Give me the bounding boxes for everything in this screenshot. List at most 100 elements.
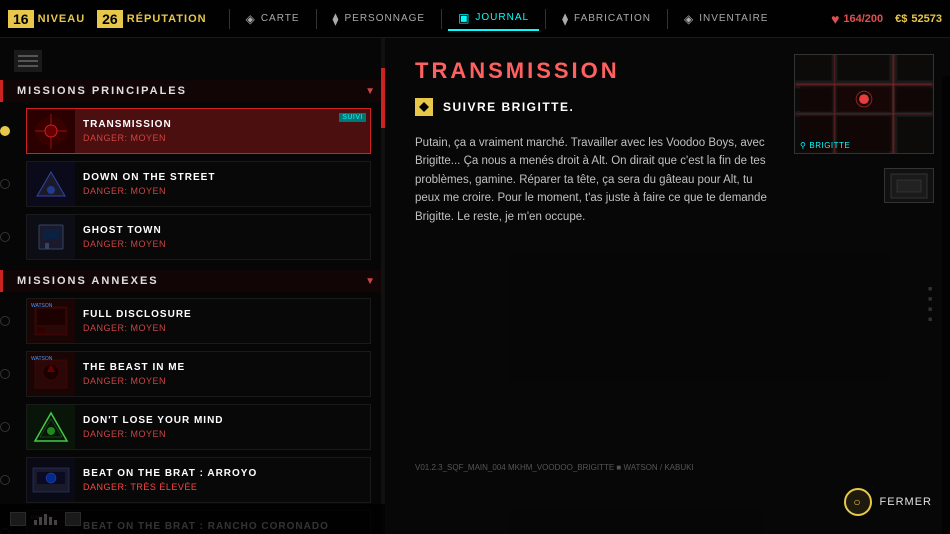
down-thumb: [27, 162, 75, 206]
side-missions-header[interactable]: MISSIONS ANNEXES ▼: [0, 270, 385, 292]
journal-label: JOURNAL: [475, 12, 529, 23]
separator-2: [316, 9, 317, 29]
beast-thumb: WATSON: [27, 352, 75, 396]
fd-info: FULL DISCLOSURE DANGER: MOYEN: [75, 299, 370, 343]
health-value: 164/200: [843, 13, 883, 25]
transmission-mission[interactable]: TRANSMISSION DANGER: MOYEN SUIVI: [26, 108, 371, 154]
currency-value: 52573: [911, 13, 942, 25]
mission-dont-lose[interactable]: DON'T LOSE YOUR MIND DANGER: MOYEN: [0, 402, 385, 452]
health-icon: ♥: [831, 11, 839, 27]
active-dot: [0, 126, 10, 136]
personnage-label: PERSONNAGE: [344, 13, 425, 24]
arroyo-item[interactable]: BEAT ON THE BRAT : ARROYO DANGER: TRÈS É…: [26, 457, 371, 503]
svg-text:WATSON: WATSON: [31, 303, 53, 309]
menu-icon: [18, 53, 38, 69]
ghost-danger: DANGER: MOYEN: [83, 239, 362, 249]
side-decoration: ■ ■ ■ ■: [942, 76, 950, 534]
personnage-icon: ⧫: [333, 12, 340, 26]
nav-fabrication[interactable]: ⧫ FABRICATION: [552, 8, 661, 30]
mission-full-disclosure[interactable]: WATSON FULL DISCLOSURE DANGER: MOYEN: [0, 296, 385, 346]
transmission-info: TRANSMISSION DANGER: MOYEN: [75, 109, 370, 153]
status-icon-2: [65, 512, 81, 526]
nav-carte[interactable]: ◈ CARTE: [236, 8, 310, 30]
nav-inventaire[interactable]: ◈ INVENTAIRE: [674, 8, 779, 30]
bar-2: [39, 517, 42, 525]
transmission-thumb: [27, 109, 75, 153]
thumb-svg: [27, 109, 75, 153]
journal-icon: ▣: [458, 11, 470, 25]
nav-journal[interactable]: ▣ JOURNAL: [448, 7, 539, 31]
fabrication-icon: ⧫: [562, 12, 569, 26]
ghost-thumb: [27, 215, 75, 259]
map-svg: [795, 55, 933, 153]
separator-1: [229, 9, 230, 29]
inventaire-label: INVENTAIRE: [699, 13, 768, 24]
mission-beat-arroyo[interactable]: BEAT ON THE BRAT : ARROYO DANGER: TRÈS É…: [0, 455, 385, 505]
rep-number: 26: [97, 10, 123, 28]
down-mission[interactable]: DOWN ON THE STREET DANGER: MOYEN: [26, 161, 371, 207]
mission-beast[interactable]: WATSON THE BEAST IN ME DANGER: MOYEN: [0, 349, 385, 399]
side-missions-section: MISSIONS ANNEXES ▼ WATSON: [0, 270, 385, 534]
arroyo-thumb: [27, 458, 75, 502]
level-number: 16: [8, 10, 34, 28]
beast-name: THE BEAST IN ME: [83, 362, 362, 373]
mission-item-down[interactable]: DOWN ON THE STREET DANGER: MOYEN: [0, 159, 385, 209]
status-icon-1: [10, 512, 26, 526]
vertical-decoration-text: ■ ■ ■ ■: [926, 287, 933, 324]
ghost-name: GHOST TOWN: [83, 225, 362, 236]
full-disclosure-item[interactable]: WATSON FULL DISCLOSURE DANGER: MOYEN: [26, 298, 371, 344]
bottom-status-bar: [0, 504, 385, 534]
main-missions-arrow: ▼: [365, 86, 375, 97]
beast-danger: DANGER: MOYEN: [83, 376, 362, 386]
down-thumb-art: [27, 162, 75, 206]
inactive-dot-1: [0, 179, 10, 189]
beast-svg: WATSON: [27, 352, 75, 396]
bar-4: [49, 517, 52, 525]
fd-svg: WATSON: [27, 299, 75, 343]
bar-1: [34, 520, 37, 525]
dl-svg: [27, 405, 75, 449]
objective-icon-inner: [419, 102, 429, 112]
fd-name: FULL DISCLOSURE: [83, 309, 362, 320]
main-content: MISSIONS PRINCIPALES ▼: [0, 38, 950, 534]
detail-small-box: [884, 168, 934, 203]
separator-5: [667, 9, 668, 29]
mission-item-ghost[interactable]: GHOST TOWN DANGER: MOYEN: [0, 212, 385, 262]
nav-personnage[interactable]: ⧫ PERSONNAGE: [323, 8, 436, 30]
fd-danger: DANGER: MOYEN: [83, 323, 362, 333]
hud-level: 16 NIVEAU: [8, 10, 85, 28]
svg-text:WATSON: WATSON: [31, 356, 53, 362]
ghost-svg: [27, 215, 75, 259]
close-button[interactable]: ○ Fermer: [844, 488, 932, 516]
arroyo-name: BEAT ON THE BRAT : ARROYO: [83, 468, 362, 479]
objective-text: SUIVRE BRIGITTE.: [443, 100, 574, 114]
health-display: ♥ 164/200: [831, 11, 883, 27]
hud-right: ♥ 164/200 €$ 52573: [831, 11, 942, 27]
map-inner: [795, 55, 933, 153]
dont-lose-info: DON'T LOSE YOUR MIND DANGER: MOYEN: [75, 405, 370, 449]
carte-label: CARTE: [261, 13, 300, 24]
mission-item-transmission[interactable]: TRANSMISSION DANGER: MOYEN SUIVI: [0, 106, 385, 156]
beast-item[interactable]: WATSON THE BEAST IN ME DANGER: MOYEN: [26, 351, 371, 397]
arroyo-danger: DANGER: TRÈS ÉLEVÉE: [83, 482, 362, 492]
dont-lose-item[interactable]: DON'T LOSE YOUR MIND DANGER: MOYEN: [26, 404, 371, 450]
main-missions-header[interactable]: MISSIONS PRINCIPALES ▼: [0, 80, 385, 102]
inactive-dot-5: [0, 422, 10, 432]
bar-3: [44, 514, 47, 525]
top-icon: [14, 50, 42, 72]
level-label: NIVEAU: [38, 13, 86, 25]
carte-icon: ◈: [246, 12, 256, 26]
ghost-thumb-art: [27, 215, 75, 259]
inactive-dot-3: [0, 316, 10, 326]
dont-lose-name: DON'T LOSE YOUR MIND: [83, 415, 362, 426]
fabrication-label: FABRICATION: [574, 13, 651, 24]
detail-meta: V01.2.3_SQF_MAIN_004 MKHM_VOODOO_BRIGITT…: [415, 462, 694, 474]
map-label: ⚲ BRIGITTE: [800, 141, 850, 150]
map-label-text: BRIGITTE: [809, 141, 850, 150]
main-missions-title: MISSIONS PRINCIPALES: [17, 85, 187, 97]
ghost-info: GHOST TOWN DANGER: MOYEN: [75, 215, 370, 259]
side-missions-title: MISSIONS ANNEXES: [17, 275, 159, 287]
inventaire-icon: ◈: [684, 12, 694, 26]
inactive-dot-6: [0, 475, 10, 485]
ghost-mission[interactable]: GHOST TOWN DANGER: MOYEN: [26, 214, 371, 260]
